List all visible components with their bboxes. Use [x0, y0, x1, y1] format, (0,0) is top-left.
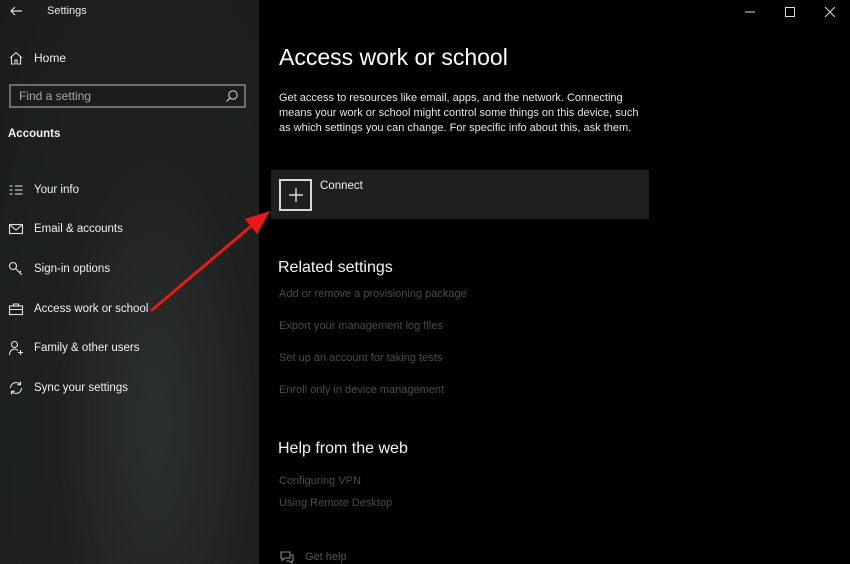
chat-help-icon [279, 549, 295, 564]
person-card-icon [8, 182, 24, 198]
sidebar-item-family-users[interactable]: Family & other users [0, 328, 259, 368]
maximize-icon[interactable] [770, 0, 810, 24]
link-enroll-device-management[interactable]: Enroll only in device management [279, 384, 444, 396]
search-box[interactable] [9, 84, 246, 108]
mail-icon [8, 221, 24, 237]
person-add-icon [8, 340, 24, 356]
sidebar-item-label: Your info [34, 183, 79, 196]
page-title: Access work or school [279, 44, 508, 70]
link-configuring-vpn[interactable]: Configuring VPN [279, 475, 361, 487]
main-content: Access work or school Get access to reso… [259, 0, 850, 564]
home-icon [8, 50, 24, 66]
sidebar-item-label: Sync your settings [34, 381, 128, 394]
window-controls [730, 0, 850, 24]
help-web-heading: Help from the web [278, 440, 408, 457]
sidebar-item-your-info[interactable]: Your info [0, 170, 259, 210]
sidebar-item-email-accounts[interactable]: Email & accounts [0, 210, 259, 250]
sidebar-item-label: Email & accounts [34, 223, 123, 236]
related-settings-heading: Related settings [278, 259, 393, 276]
sidebar-item-access-work-school[interactable]: Access work or school [0, 289, 259, 329]
section-title: Accounts [8, 128, 61, 140]
link-provisioning-package[interactable]: Add or remove a provisioning package [279, 288, 467, 300]
minimize-icon[interactable] [730, 0, 770, 24]
search-icon[interactable] [225, 89, 239, 103]
sidebar-item-label: Sign-in options [34, 262, 111, 275]
plus-icon [279, 179, 312, 211]
sidebar-item-label: Access work or school [34, 302, 149, 315]
connect-button[interactable]: Connect [271, 170, 649, 219]
link-setup-test-account[interactable]: Set up an account for taking tests [279, 352, 442, 364]
sidebar-item-label: Family & other users [34, 342, 140, 355]
page-description: Get access to resources like email, apps… [279, 92, 639, 134]
app-title: Settings [47, 5, 87, 17]
connect-label: Connect [320, 180, 363, 192]
sidebar-item-sync-settings[interactable]: Sync your settings [0, 368, 259, 408]
get-help-label: Get help [305, 551, 347, 563]
sidebar-item-sign-in-options[interactable]: Sign-in options [0, 249, 259, 289]
key-icon [8, 261, 24, 277]
sync-icon [8, 380, 24, 396]
link-export-log-files[interactable]: Export your management log files [279, 320, 443, 332]
briefcase-icon [8, 301, 24, 317]
close-icon[interactable] [810, 0, 850, 24]
back-arrow-icon[interactable] [8, 3, 24, 19]
sidebar-home[interactable]: Home [8, 48, 66, 68]
titlebar: Settings [0, 0, 259, 24]
sidebar: Settings Home Accounts Your info Email &… [0, 0, 259, 564]
sidebar-nav: Your info Email & accounts Sign-in optio… [0, 170, 259, 408]
home-label: Home [34, 51, 67, 65]
link-remote-desktop[interactable]: Using Remote Desktop [279, 497, 392, 509]
get-help-link[interactable]: Get help [279, 549, 347, 564]
search-input[interactable] [11, 86, 221, 106]
